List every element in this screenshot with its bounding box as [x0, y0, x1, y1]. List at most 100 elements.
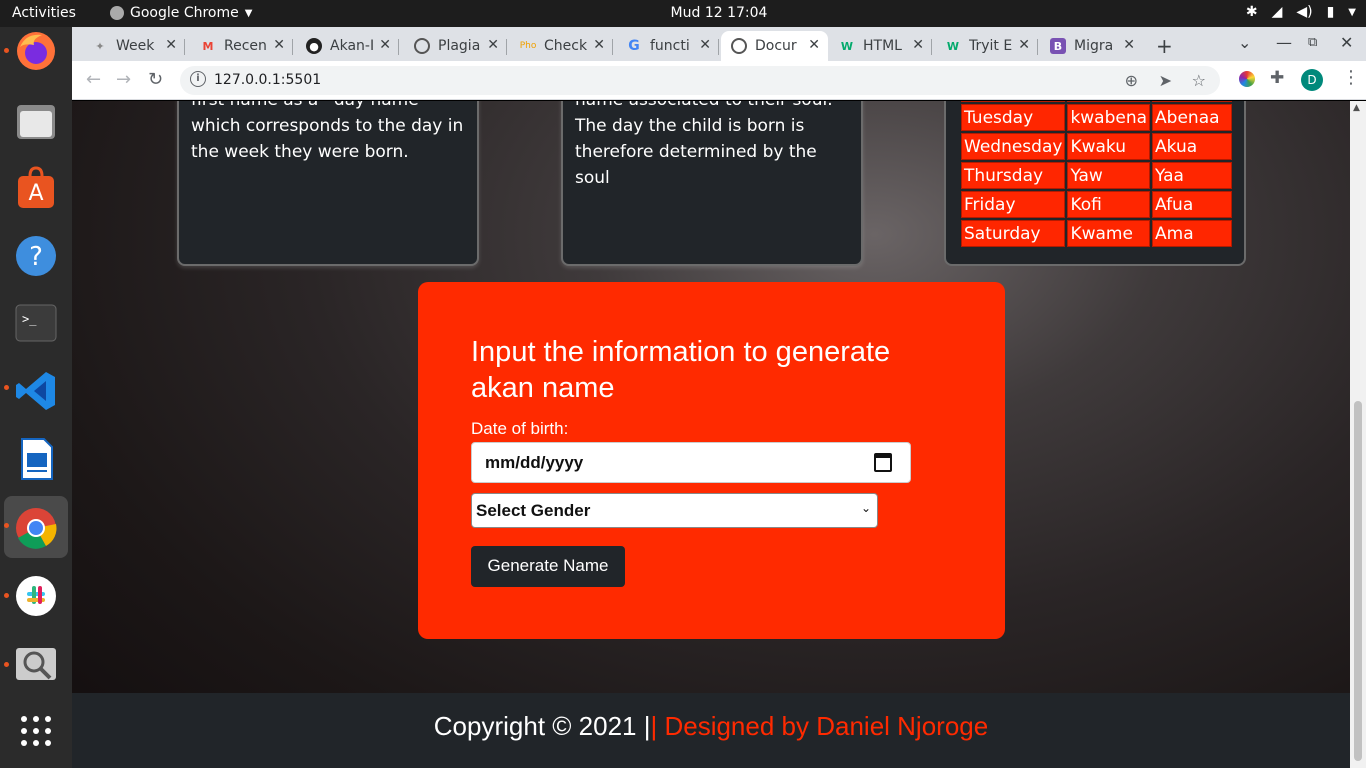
tab-search-icon[interactable]: ⌄ [1238, 33, 1251, 52]
table-row: Tuesday kwabena Abenaa [961, 104, 1233, 131]
system-tray[interactable]: ✱ ◢ ◀) ▮ ▼ [1246, 4, 1356, 20]
slack-tray-icon[interactable]: ✱ [1246, 4, 1258, 20]
tab-document-active[interactable]: Docur ✕ [721, 31, 828, 61]
tab-recent[interactable]: M Recen ✕ [190, 31, 293, 61]
info-card-soul: name associated to their soul. The day t… [561, 101, 863, 266]
globe-icon [731, 38, 747, 54]
google-icon: G [628, 38, 640, 54]
table-cell: Kofi [1067, 191, 1151, 218]
table-cell: Kwame [1067, 220, 1151, 247]
clock[interactable]: Mud 12 17:04 [0, 5, 1366, 21]
zoom-icon[interactable]: ⊕ [1125, 71, 1138, 90]
tab-function[interactable]: G functi ✕ [616, 31, 719, 61]
tab-label: Recen [224, 38, 267, 54]
terminal-icon[interactable]: >_ [12, 299, 60, 347]
scrollbar-thumb[interactable] [1354, 401, 1362, 761]
vscode-icon[interactable] [12, 367, 60, 415]
close-icon[interactable]: ✕ [1123, 37, 1135, 53]
writer-icon[interactable] [12, 435, 60, 483]
table-cell: Yaa [1152, 162, 1233, 189]
tab-label: Week [116, 38, 155, 54]
generate-name-button[interactable]: Generate Name [471, 546, 625, 587]
close-window-icon[interactable]: ✕ [1340, 33, 1353, 52]
close-icon[interactable]: ✕ [808, 37, 820, 53]
tab-html[interactable]: W HTML ✕ [829, 31, 932, 61]
gmail-icon: M [202, 39, 214, 53]
running-indicator [4, 385, 9, 390]
close-icon[interactable]: ✕ [912, 37, 924, 53]
table-cell: Ama [1152, 220, 1233, 247]
forward-icon[interactable]: → [116, 69, 131, 90]
profile-avatar[interactable]: D [1301, 69, 1323, 91]
tab-migrate[interactable]: B Migra ✕ [1040, 31, 1143, 61]
running-indicator [4, 523, 9, 528]
table-row: Wednesday Kwaku Akua [961, 133, 1233, 160]
calendar-icon[interactable] [874, 453, 892, 472]
site-info-icon[interactable]: i [190, 71, 206, 87]
designer-credit: | Designed by Daniel Njoroge [650, 711, 989, 741]
dob-input[interactable]: mm/dd/yyyy [471, 442, 911, 483]
volume-icon[interactable]: ◀) [1296, 4, 1312, 20]
app-grid-icon[interactable] [12, 707, 60, 755]
extensions-puzzle-icon[interactable]: ✚ [1270, 68, 1284, 88]
close-icon[interactable]: ✕ [273, 37, 285, 53]
svg-text:?: ? [29, 242, 43, 272]
gender-select[interactable]: Select Gender ⌄ [471, 493, 878, 528]
maximize-icon[interactable]: ⧉ [1308, 35, 1317, 50]
page-scrollbar[interactable]: ▲ [1350, 101, 1366, 768]
table-cell: Kwaku [1067, 133, 1151, 160]
wifi-icon[interactable]: ◢ [1272, 4, 1283, 20]
table-cell: Adwoa [1152, 101, 1233, 102]
tab-tryit[interactable]: W Tryit E ✕ [935, 31, 1038, 61]
table-cell: Yaw [1067, 162, 1151, 189]
tab-label: Docur [755, 38, 797, 54]
new-tab-button[interactable]: + [1156, 34, 1173, 58]
back-icon[interactable]: ← [86, 69, 101, 90]
more-menu-icon[interactable]: ⋮ [1342, 67, 1360, 88]
tab-akan[interactable]: ● Akan-I ✕ [296, 31, 399, 61]
search-tool-icon[interactable] [12, 640, 60, 688]
bookmark-star-icon[interactable]: ☆ [1192, 71, 1206, 90]
table-row: MondayKwandoAdwoa [961, 101, 1233, 102]
battery-icon[interactable]: ▮ [1327, 4, 1335, 20]
firefox-icon[interactable] [12, 27, 60, 75]
card-text: name associated to their soul. The day t… [575, 101, 833, 188]
url-text[interactable]: 127.0.0.1:5501 [214, 72, 321, 88]
w3-icon: W [946, 39, 960, 53]
table-cell: Kwando [1067, 101, 1151, 102]
tab-week[interactable]: ✦ Week ✕ [82, 31, 185, 61]
scroll-up-icon[interactable]: ▲ [1353, 103, 1360, 113]
color-extension-icon[interactable] [1239, 71, 1255, 87]
system-top-bar: Activities Google Chrome ▼ Mud 12 17:04 … [0, 0, 1366, 27]
close-icon[interactable]: ✕ [487, 37, 499, 53]
github-icon: ● [306, 38, 322, 54]
akan-form: Input the information to generate akan n… [418, 282, 1005, 639]
table-cell: Abenaa [1152, 104, 1233, 131]
tab-label: Plagia [438, 38, 481, 54]
tab-check[interactable]: Pho Check ✕ [510, 31, 613, 61]
send-icon[interactable]: ➤ [1159, 71, 1172, 90]
slack-icon[interactable] [12, 572, 60, 620]
dock: A ? >_ [0, 27, 72, 768]
running-indicator [4, 593, 9, 598]
table-cell: kwabena [1067, 104, 1151, 131]
bootstrap-icon: B [1050, 38, 1066, 54]
power-menu-icon[interactable]: ▼ [1348, 7, 1356, 18]
tab-label: Check [544, 38, 588, 54]
tab-plagia[interactable]: Plagia ✕ [404, 31, 507, 61]
close-icon[interactable]: ✕ [1018, 37, 1030, 53]
reload-icon[interactable]: ↻ [148, 69, 163, 90]
close-icon[interactable]: ✕ [593, 37, 605, 53]
close-icon[interactable]: ✕ [379, 37, 391, 53]
chrome-icon[interactable] [12, 504, 60, 552]
close-icon[interactable]: ✕ [699, 37, 711, 53]
help-icon[interactable]: ? [12, 232, 60, 280]
files-icon[interactable] [12, 97, 60, 145]
address-bar[interactable]: i 127.0.0.1:5501 ⊕ ➤ ☆ [180, 66, 1220, 95]
minimize-icon[interactable]: — [1276, 33, 1292, 52]
software-icon[interactable]: A [12, 164, 60, 212]
close-icon[interactable]: ✕ [165, 37, 177, 53]
browser-toolbar: ← → ↻ i 127.0.0.1:5501 ⊕ ➤ ☆ ✚ D ⋮ [72, 61, 1366, 100]
dob-value: mm/dd/yyyy [485, 453, 584, 472]
tab-strip: ✦ Week ✕ M Recen ✕ ● Akan-I ✕ Plagia ✕ P… [72, 27, 1366, 61]
